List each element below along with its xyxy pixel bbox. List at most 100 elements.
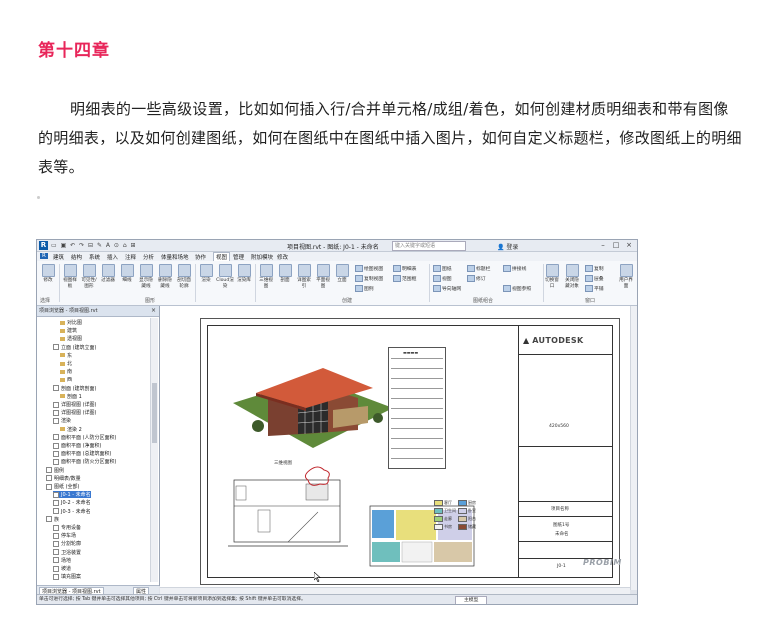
visibility-graphics-button[interactable]: 可见性/图形 [80, 264, 98, 290]
browser-scrollbar[interactable] [150, 318, 158, 582]
browser-tree-item[interactable]: 透视图 [60, 335, 82, 342]
window-group-label[interactable]: 窗口 [585, 297, 595, 304]
browser-tree-item[interactable]: 场地 [53, 557, 71, 564]
file-tab[interactable]: R [40, 253, 48, 259]
view-template-button[interactable]: 视图样板 [61, 264, 79, 290]
section-button[interactable]: 剖面 [276, 264, 294, 284]
sheet-button[interactable]: 图纸 [433, 265, 452, 272]
switch-windows-button[interactable]: 切换窗口 [543, 264, 561, 290]
cloud-render-button[interactable]: Cloud渲染 [216, 264, 234, 290]
close-icon[interactable]: × [151, 306, 156, 316]
browser-tree-item[interactable]: 面积平面 (防火分区面积) [53, 458, 117, 465]
revision-cloud[interactable] [304, 466, 330, 486]
horizontal-scrollbar[interactable] [160, 587, 630, 594]
view-place-button[interactable]: 视图 [433, 275, 452, 282]
tab-insert[interactable]: 插入 [107, 253, 118, 261]
tab-addins[interactable]: 附加模块 [251, 253, 273, 261]
house-3d-view[interactable] [228, 348, 398, 458]
tile-button[interactable]: 平铺 [585, 285, 604, 292]
replicate-button[interactable]: 复制 [585, 265, 604, 272]
title-block[interactable]: ▲ AUTODESK 420x560 项目名称 图纸1号 未命名 J0-1 [518, 326, 612, 577]
callout-button[interactable]: 详图索引 [295, 264, 313, 290]
browser-tree-item[interactable]: 剖面 (建筑剖面) [53, 385, 97, 392]
close-icon[interactable]: × [623, 241, 635, 249]
scroll-thumb[interactable] [152, 383, 157, 443]
browser-tree-item[interactable]: 剖面 1 [60, 393, 82, 400]
browser-tree-item[interactable]: 对比图 [60, 319, 82, 326]
guide-grid-button[interactable]: 导向轴网 [433, 285, 461, 292]
drafting-view-button[interactable]: 绘图视图 [355, 265, 383, 272]
tab-massing[interactable]: 体量和场地 [161, 253, 189, 261]
modify-button[interactable]: 修改 [39, 264, 57, 284]
show-hidden-lines-button[interactable]: 显示隐藏线 [137, 264, 155, 290]
schedules-button[interactable]: 明细表 [393, 265, 416, 272]
3d-view-button[interactable]: 三维视图 [257, 264, 275, 290]
tab-view[interactable]: 视图 [213, 252, 231, 261]
browser-tree-item[interactable]: J0-2 - 未命名 [53, 499, 91, 506]
close-hidden-button[interactable]: 关闭隐藏对象 [563, 264, 581, 290]
browser-tree-item[interactable]: 面积平面 (人防分区面积) [53, 434, 117, 441]
browser-tree-item[interactable]: 渲染 2 [60, 426, 82, 433]
browser-tree-item[interactable]: 明细表/数量 [46, 475, 81, 482]
filters-button[interactable]: 过滤器 [99, 264, 117, 284]
matchline-button[interactable]: 拼接线 [503, 265, 526, 272]
browser-tree-item[interactable]: 停车场 [53, 532, 76, 539]
browser-tree-item[interactable]: 族 [46, 516, 59, 523]
duplicate-view-button[interactable]: 复制视图 [355, 275, 383, 282]
remove-hidden-lines-button[interactable]: 删除隐藏线 [156, 264, 174, 290]
tab-modify[interactable]: 修改 [277, 253, 288, 261]
browser-tree-item[interactable]: 分割轮廓 [53, 540, 81, 547]
create-group-label[interactable]: 创建 [342, 297, 352, 304]
tab-architecture[interactable]: 建筑 [53, 253, 64, 261]
browser-tree-item[interactable]: 坡道 [53, 565, 71, 572]
schedule-table[interactable]: ▬▬▬▬ [388, 347, 446, 469]
browser-tree-item[interactable]: 立面 (建筑立面) [53, 344, 97, 351]
tab-systems[interactable]: 系统 [89, 253, 100, 261]
browser-tree-item[interactable]: J0-3 - 未命名 [53, 508, 91, 515]
login-link[interactable]: 👤 登录 [497, 242, 518, 251]
revisions-button[interactable]: 修订 [467, 275, 486, 282]
vertical-scrollbar[interactable] [630, 306, 637, 590]
tab-annotate[interactable]: 注释 [125, 253, 136, 261]
thin-lines-button[interactable]: 细线 [118, 264, 136, 284]
plan-views-button[interactable]: 平面视图 [314, 264, 332, 290]
browser-tree-item[interactable]: 详图视图 (详图) [53, 401, 97, 408]
minimize-button[interactable]: – [597, 241, 609, 249]
browser-tree-item[interactable]: 填充图案 [53, 573, 81, 580]
browser-tree-item[interactable]: 面积平面 (净面积) [53, 442, 102, 449]
browser-tree-item[interactable]: 南 [60, 368, 72, 375]
view-reference-button[interactable]: 视图参照 [503, 285, 531, 292]
browser-tree-item[interactable]: 北 [60, 360, 72, 367]
revit-logo-icon[interactable]: R [39, 241, 48, 250]
model-select[interactable]: 主模型 [455, 596, 488, 604]
tab-manage[interactable]: 管理 [233, 253, 244, 261]
section-view[interactable] [228, 466, 348, 562]
browser-tree-item[interactable]: 渲染 [53, 417, 71, 424]
cut-profile-button[interactable]: 剖切面轮廓 [175, 264, 193, 290]
cascade-button[interactable]: 层叠 [585, 275, 604, 282]
browser-tree-item[interactable]: 建筑 [60, 327, 77, 334]
browser-tree-item[interactable]: 详图视图 (详图) [53, 409, 97, 416]
browser-tree-item[interactable]: 卫浴装置 [53, 549, 81, 556]
render-gallery-button[interactable]: 渲染库 [235, 264, 253, 284]
browser-tree-item[interactable]: 东 [60, 352, 72, 359]
sheet-group-label[interactable]: 图纸组合 [473, 297, 493, 304]
scope-box-button[interactable]: 范围框 [393, 275, 416, 282]
browser-tree-item[interactable]: 面积平面 (总建筑面积) [53, 450, 112, 457]
browser-tree-item[interactable]: 图例 [46, 467, 64, 474]
legends-button[interactable]: 图例 [355, 285, 374, 292]
browser-tree-item[interactable]: 西 [60, 376, 72, 383]
maximize-button[interactable]: □ [610, 241, 622, 249]
browser-tree-item[interactable]: 专用设备 [53, 524, 81, 531]
tab-collaborate[interactable]: 协作 [195, 253, 206, 261]
browser-tree-item[interactable]: 图纸 (全部) [46, 483, 80, 490]
drawing-canvas[interactable]: ▬▬▬▬ 三维视图 客厅 厨房 卫生间 卧室 走廊 阳台 书房 储藏 ▲ AUT… [160, 306, 630, 590]
title-block-button[interactable]: 标题栏 [467, 265, 490, 272]
search-input[interactable]: 键入关键字或短语 [392, 241, 466, 251]
browser-tree-item[interactable]: J0-1 - 未命名 [53, 491, 91, 499]
user-interface-button[interactable]: 用户界面 [617, 264, 635, 290]
elevation-button[interactable]: 立面 [333, 264, 351, 284]
select-group-label[interactable]: 选择 [40, 297, 50, 304]
graphics-group-label[interactable]: 图形 [145, 297, 155, 304]
tab-analyze[interactable]: 分析 [143, 253, 154, 261]
